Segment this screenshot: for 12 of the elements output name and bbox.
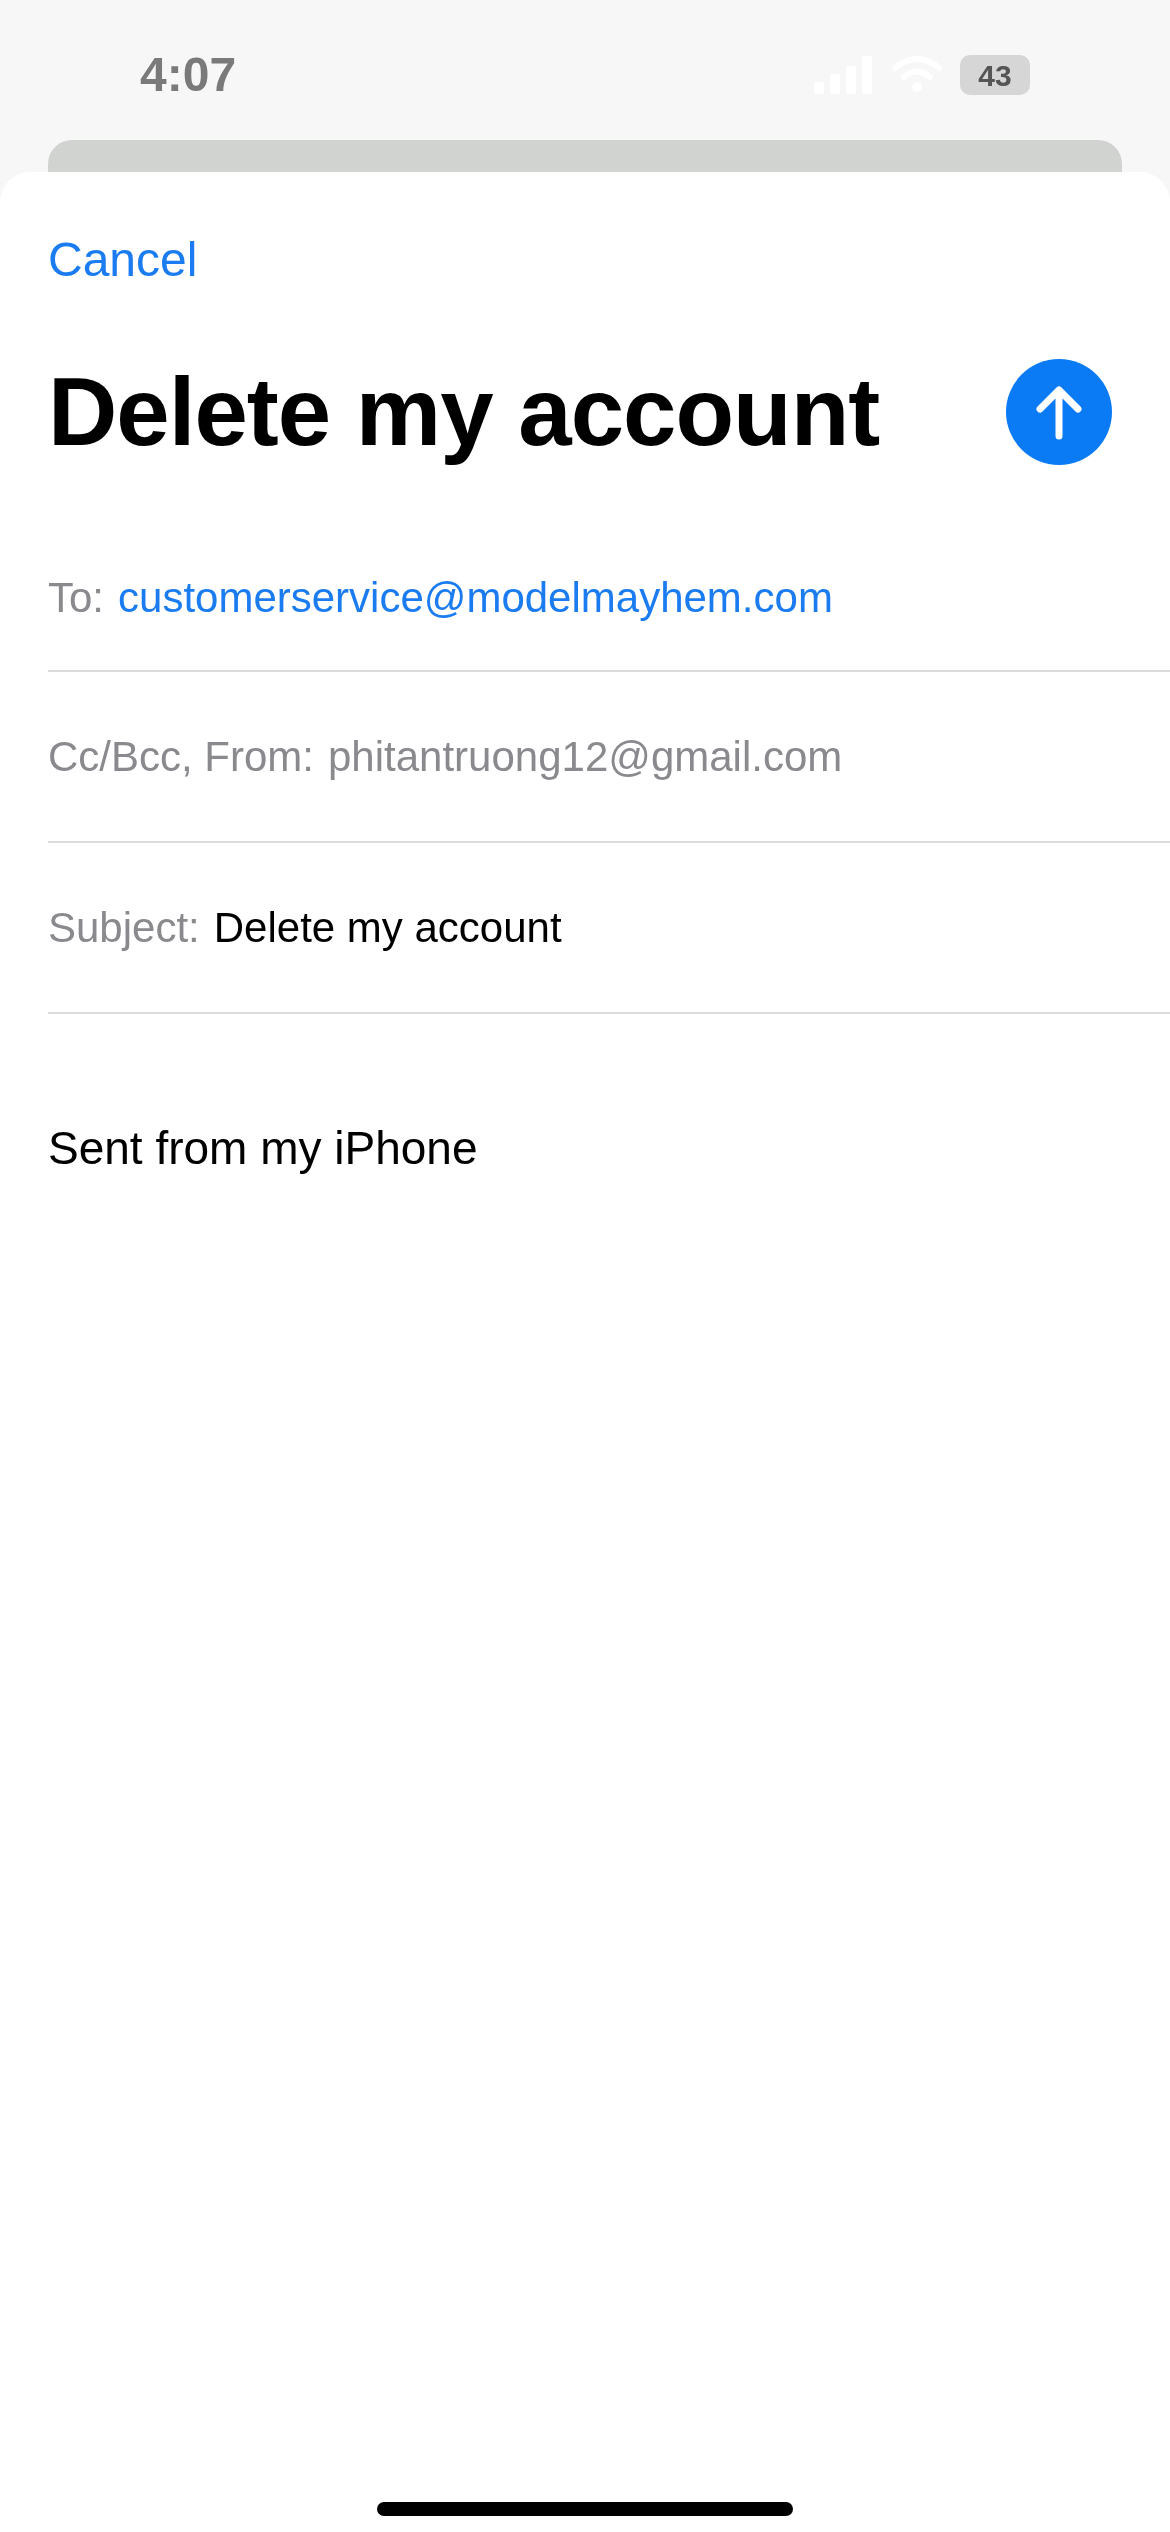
field-label: To: [48, 572, 105, 623]
email-title: Delete my account [48, 357, 880, 467]
status-time: 4:07 [140, 47, 237, 103]
field-value[interactable]: customerservice@modelmayhem.com [118, 565, 833, 629]
field-label: Cc/Bcc, From: [48, 732, 314, 782]
field-value[interactable]: Delete my account [213, 896, 562, 959]
battery-icon: 43 [960, 55, 1030, 95]
email-body[interactable]: Sent from my iPhone [48, 1114, 1170, 1183]
cancel-button[interactable]: Cancel [48, 224, 198, 296]
field-label: Subject: [48, 903, 200, 953]
field-value[interactable]: phitantruong12@gmail.com [328, 725, 843, 788]
up-arrow-icon [1034, 384, 1084, 440]
